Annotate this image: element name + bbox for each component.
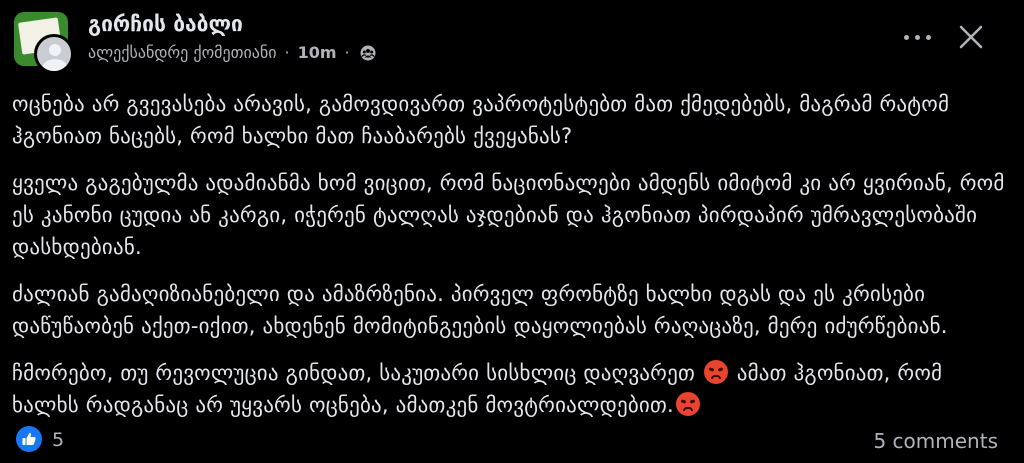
angry-face-emoji-icon (675, 392, 700, 416)
meta-separator-2: · (344, 43, 350, 62)
close-icon (959, 25, 983, 49)
post-paragraph-2: ყველა გაგებულმა ადამიანმა ხომ ვიცით, რომ… (12, 171, 1005, 259)
post-paragraph-1: ოცნება არ გვევასება არავის, გამოვდივართ … (12, 92, 950, 148)
group-audience-icon[interactable] (360, 45, 376, 61)
meta-separator: · (284, 43, 290, 62)
post-footer: 5 5 comments (0, 420, 1024, 460)
like-reaction-icon[interactable] (16, 426, 42, 452)
post-meta: ალექსანდრე ქომეთიანი · 10m · (88, 43, 376, 62)
post-paragraph-3: ძალიან გამაღიზიანებელი და ამაზრზენია. პი… (12, 282, 948, 338)
post-time[interactable]: 10m (298, 43, 337, 62)
post-paragraph-4: ჩმორებო, თუ რევოლუცია გინდათ, საკუთარი ს… (12, 357, 1012, 421)
post-body: ოცნება არ გვევასება არავის, გამოვდივართ … (12, 88, 1012, 436)
group-name[interactable]: გირჩის ბაბლი (88, 12, 243, 36)
angry-face-emoji-icon (703, 360, 728, 384)
post-paragraph-4-part-1: ჩმორებო, თუ რევოლუცია გინდათ, საკუთარი ს… (12, 361, 695, 385)
author-name[interactable]: ალექსანდრე ქომეთიანი (88, 43, 276, 62)
more-options-button[interactable] (898, 22, 938, 52)
post-header: გირჩის ბაბლი ალექსანდრე ქომეთიანი · 10m … (0, 0, 1024, 80)
comments-count-link[interactable]: 5 comments (873, 429, 998, 453)
user-avatar[interactable] (34, 34, 74, 74)
reaction-count[interactable]: 5 (52, 429, 64, 451)
close-button[interactable] (954, 20, 988, 54)
